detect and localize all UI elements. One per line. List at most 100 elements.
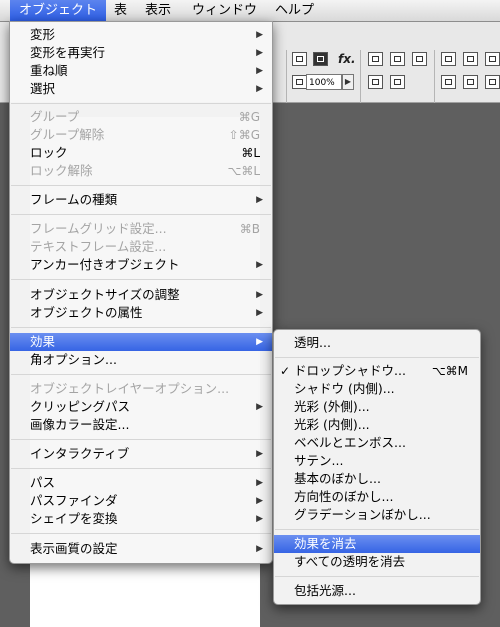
fit-proportional-icon[interactable] <box>412 52 427 66</box>
menu-item-label: シャドウ (内側)... <box>294 381 395 396</box>
menu-item-pathfinder[interactable]: パスファインダ ▶ <box>10 492 272 510</box>
menu-item-label: 変形 <box>30 27 56 42</box>
menu-item-label: ロック解除 <box>30 163 93 178</box>
fit-frame-icon[interactable] <box>390 52 405 66</box>
menu-item-label: グループ <box>30 109 80 124</box>
menu-item-label: シェイプを変換 <box>30 511 118 526</box>
menu-window[interactable]: ウィンドウ <box>183 0 266 21</box>
align-top-icon[interactable] <box>441 75 456 89</box>
submenu-item-transparency[interactable]: 透明... <box>274 334 480 352</box>
menu-item-ungroup: グループ解除 ⇧⌘G <box>10 126 272 144</box>
menu-item-fitting[interactable]: オブジェクトサイズの調整 ▶ <box>10 286 272 304</box>
menu-item-label: オブジェクトレイヤーオプション... <box>30 381 230 396</box>
menu-item-label: ドロップシャドウ... <box>294 363 406 378</box>
menu-item-shortcut: ⌘B <box>239 222 260 236</box>
center-content-icon[interactable] <box>390 75 405 89</box>
menu-item-frame-type[interactable]: フレームの種類 ▶ <box>10 191 272 209</box>
menu-item-select[interactable]: 選択 ▶ <box>10 80 272 98</box>
submenu-item-outer-glow[interactable]: 光彩 (外側)... <box>274 398 480 416</box>
submenu-item-clear-all-transparency[interactable]: すべての透明を消去 <box>274 553 480 571</box>
align-left-icon[interactable] <box>441 52 456 66</box>
menu-item-label: 光彩 (外側)... <box>294 399 370 414</box>
menu-item-convert-shape[interactable]: シェイプを変換 ▶ <box>10 510 272 528</box>
menu-item-label: サテン... <box>294 453 344 468</box>
menu-item-shortcut: ⌘G <box>238 110 260 124</box>
menu-item-clipping-path[interactable]: クリッピングパス ▶ <box>10 398 272 416</box>
checkmark-icon: ✓ <box>280 364 291 378</box>
align-right-icon[interactable] <box>485 52 500 66</box>
submenu-arrow-icon: ▶ <box>256 290 263 300</box>
fit-content-icon[interactable] <box>368 52 383 66</box>
align-middle-icon[interactable] <box>463 75 478 89</box>
submenu-arrow-icon: ▶ <box>256 84 263 94</box>
menu-item-arrange[interactable]: 重ね順 ▶ <box>10 62 272 80</box>
menu-item-anchored-object[interactable]: アンカー付きオブジェクト ▶ <box>10 256 272 274</box>
submenu-item-bevel-emboss[interactable]: ベベルとエンボス... <box>274 434 480 452</box>
submenu-arrow-icon: ▶ <box>256 195 263 205</box>
menu-item-object-attributes[interactable]: オブジェクトの属性 ▶ <box>10 304 272 322</box>
submenu-item-inner-glow[interactable]: 光彩 (内側)... <box>274 416 480 434</box>
menu-separator <box>275 576 479 577</box>
menu-item-transform[interactable]: 変形 ▶ <box>10 26 272 44</box>
opacity-input[interactable]: 100% <box>306 74 342 90</box>
menu-item-label: 効果を消去 <box>294 536 357 551</box>
menu-item-image-color-settings[interactable]: 画像カラー設定... <box>10 416 272 434</box>
menu-item-label: アンカー付きオブジェクト <box>30 257 180 272</box>
drop-shadow-icon[interactable] <box>313 52 328 66</box>
fill-proportional-icon[interactable] <box>368 75 383 89</box>
submenu-item-clear-effects[interactable]: 効果を消去 <box>274 535 480 553</box>
opacity-icon <box>292 75 307 89</box>
submenu-arrow-icon: ▶ <box>256 66 263 76</box>
menu-item-label: 光彩 (内側)... <box>294 417 370 432</box>
menu-item-effects[interactable]: 効果 ▶ <box>10 333 272 351</box>
submenu-arrow-icon: ▶ <box>256 30 263 40</box>
align-bottom-icon[interactable] <box>485 75 500 89</box>
submenu-arrow-icon: ▶ <box>256 260 263 270</box>
submenu-arrow-icon: ▶ <box>256 337 263 347</box>
menu-object[interactable]: オブジェクト <box>10 0 107 21</box>
submenu-item-global-light[interactable]: 包括光源... <box>274 582 480 600</box>
menu-item-object-layer-options: オブジェクトレイヤーオプション... <box>10 380 272 398</box>
menu-item-label: フレームグリッド設定... <box>30 221 167 236</box>
menu-item-label: すべての透明を消去 <box>294 554 406 569</box>
submenu-item-drop-shadow[interactable]: ✓ ドロップシャドウ... ⌥⌘M <box>274 362 480 380</box>
menu-item-label: フレームの種類 <box>30 192 118 207</box>
menu-help[interactable]: ヘルプ <box>266 0 323 21</box>
menu-item-label: クリッピングパス <box>30 399 131 414</box>
stroke-style-icon[interactable] <box>292 52 307 66</box>
menu-item-label: オブジェクトの属性 <box>30 305 143 320</box>
menu-item-label: ロック <box>30 145 68 160</box>
menu-separator <box>11 439 271 440</box>
menu-item-lock[interactable]: ロック ⌘L <box>10 144 272 162</box>
submenu-arrow-icon: ▶ <box>256 449 263 459</box>
menu-item-shortcut: ⌘L <box>241 146 260 160</box>
submenu-arrow-icon: ▶ <box>256 308 263 318</box>
submenu-arrow-icon: ▶ <box>256 402 263 412</box>
submenu-item-basic-feather[interactable]: 基本のぼかし... <box>274 470 480 488</box>
submenu-arrow-icon: ▶ <box>256 48 263 58</box>
opacity-dropdown-arrow[interactable]: ▶ <box>342 74 354 90</box>
menu-separator <box>11 279 271 280</box>
align-center-icon[interactable] <box>463 52 478 66</box>
submenu-item-inner-shadow[interactable]: シャドウ (内側)... <box>274 380 480 398</box>
menu-item-label: 表示画質の設定 <box>30 541 118 556</box>
menu-item-label: オブジェクトサイズの調整 <box>30 287 180 302</box>
menu-table[interactable]: 表 <box>105 0 136 21</box>
menu-item-interactive[interactable]: インタラクティブ ▶ <box>10 445 272 463</box>
fx-button[interactable]: fx. <box>338 52 356 66</box>
menu-item-text-frame-options: テキストフレーム設定... <box>10 238 272 256</box>
submenu-item-satin[interactable]: サテン... <box>274 452 480 470</box>
menu-item-display-performance[interactable]: 表示画質の設定 ▶ <box>10 540 272 558</box>
submenu-arrow-icon: ▶ <box>256 496 263 506</box>
menu-item-paths[interactable]: パス ▶ <box>10 474 272 492</box>
menu-item-frame-grid-options: フレームグリッド設定... ⌘B <box>10 220 272 238</box>
menu-view[interactable]: 表示 <box>136 0 180 21</box>
submenu-item-gradient-feather[interactable]: グラデーションぼかし... <box>274 506 480 524</box>
menu-item-label: パスファインダ <box>30 493 118 508</box>
submenu-item-directional-feather[interactable]: 方向性のぼかし... <box>274 488 480 506</box>
menu-item-unlock: ロック解除 ⌥⌘L <box>10 162 272 180</box>
menu-separator <box>11 533 271 534</box>
submenu-arrow-icon: ▶ <box>256 514 263 524</box>
menu-item-corner-options[interactable]: 角オプション... <box>10 351 272 369</box>
menu-item-transform-again[interactable]: 変形を再実行 ▶ <box>10 44 272 62</box>
